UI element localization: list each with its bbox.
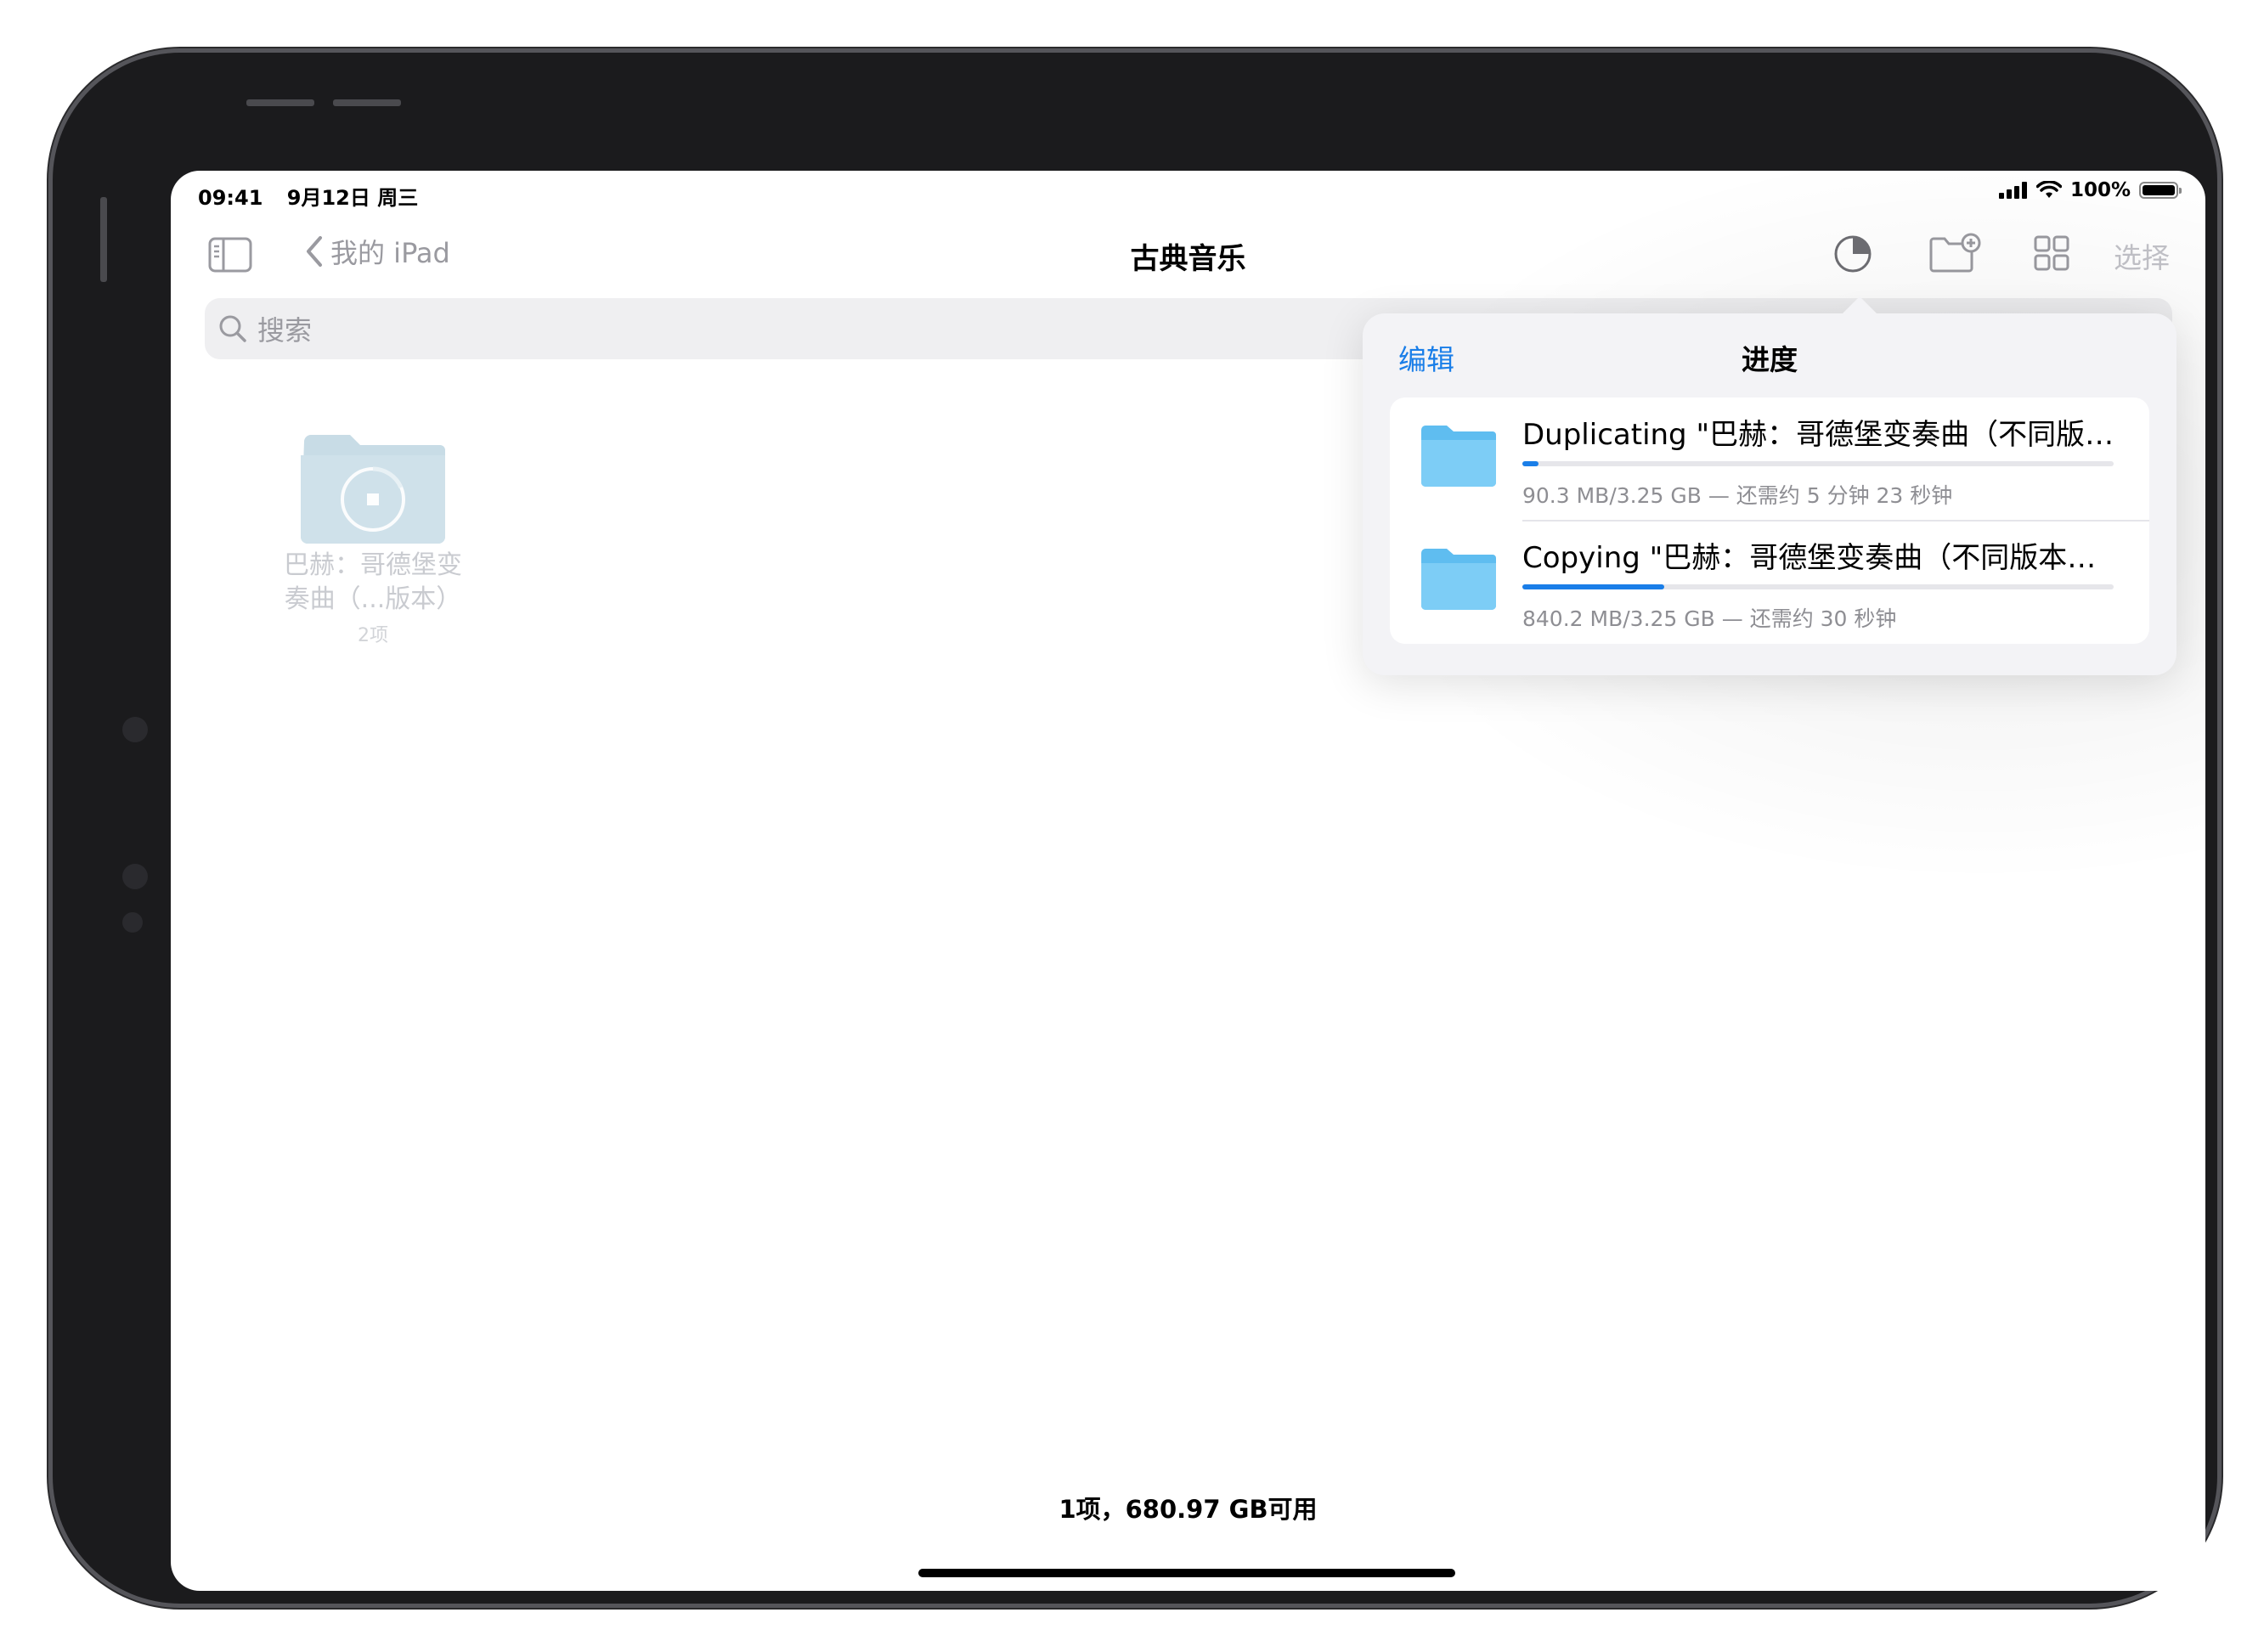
wifi-icon [2035, 181, 2062, 198]
folder-icon [1421, 549, 1496, 610]
popover-arrow [1841, 296, 1878, 315]
progress-track [1522, 461, 2114, 466]
progress-track [1522, 584, 2114, 589]
folder-name-line1: 巴赫：哥德堡变 [284, 550, 462, 580]
home-indicator[interactable] [918, 1569, 1455, 1577]
grid-view-icon[interactable] [2034, 235, 2069, 271]
volume-button [246, 99, 314, 106]
progress-bar [1522, 584, 1665, 589]
new-folder-icon[interactable] [1928, 233, 1981, 273]
camera-sensor [122, 912, 143, 933]
progress-item[interactable]: Duplicating "巴赫：哥德堡变奏曲（不同版… 90.3 MB/3.25… [1390, 397, 2149, 522]
search-placeholder: 搜索 [257, 314, 313, 347]
popover-title: 进度 [1742, 343, 1798, 376]
signal-icon [1998, 182, 2027, 199]
select-button[interactable]: 选择 [2114, 235, 2170, 276]
camera-sensor [122, 717, 148, 742]
search-icon [219, 315, 246, 342]
status-bar-right: 100% [1998, 179, 2182, 201]
folder-item[interactable]: 巴赫：哥德堡变 奏曲（...版本） 2项 [271, 430, 475, 647]
folder-item-count: 2项 [358, 625, 388, 646]
battery-percentage: 100% [2069, 179, 2131, 201]
folder-icon [1421, 426, 1496, 487]
progress-item-detail: 840.2 MB/3.25 GB — 还需约 30 秒钟 [1522, 606, 1897, 631]
folder-name-line2: 奏曲（...版本） [284, 584, 462, 614]
progress-item-name: Duplicating "巴赫：哥德堡变奏曲（不同版… [1522, 418, 2114, 452]
volume-button [333, 99, 401, 106]
progress-bar [1522, 461, 1539, 466]
progress-item-name: Copying "巴赫：哥德堡变奏曲（不同版本… [1522, 541, 2097, 575]
page-title: 古典音乐 [1130, 242, 1246, 276]
camera-sensor [122, 864, 148, 889]
status-bar-left: 09:41 9月12日 周三 [198, 181, 435, 211]
storage-summary: 1项，680.97 GB可用 [1059, 1495, 1318, 1524]
power-button [100, 197, 107, 282]
progress-popover: 编辑 进度 Duplicating "巴赫：哥德堡变奏曲（不同版… 90.3 M… [1363, 296, 2176, 675]
folder-icon [301, 435, 445, 544]
progress-list: Duplicating "巴赫：哥德堡变奏曲（不同版… 90.3 MB/3.25… [1390, 397, 2149, 644]
battery-icon [2139, 182, 2182, 199]
status-time: 09:41 [198, 186, 263, 210]
progress-item[interactable]: Copying "巴赫：哥德堡变奏曲（不同版本… 840.2 MB/3.25 G… [1390, 521, 2149, 644]
screen: 09:41 9月12日 周三 100% 我的 iPad 古典音乐 选择 搜索 巴… [171, 171, 2205, 1591]
progress-item-detail: 90.3 MB/3.25 GB — 还需约 5 分钟 23 秒钟 [1522, 483, 1953, 508]
progress-pie-icon[interactable] [1833, 234, 1872, 273]
ipad-frame: 09:41 9月12日 周三 100% 我的 iPad 古典音乐 选择 搜索 巴… [53, 53, 2217, 1604]
status-date: 9月12日 周三 [286, 186, 419, 210]
